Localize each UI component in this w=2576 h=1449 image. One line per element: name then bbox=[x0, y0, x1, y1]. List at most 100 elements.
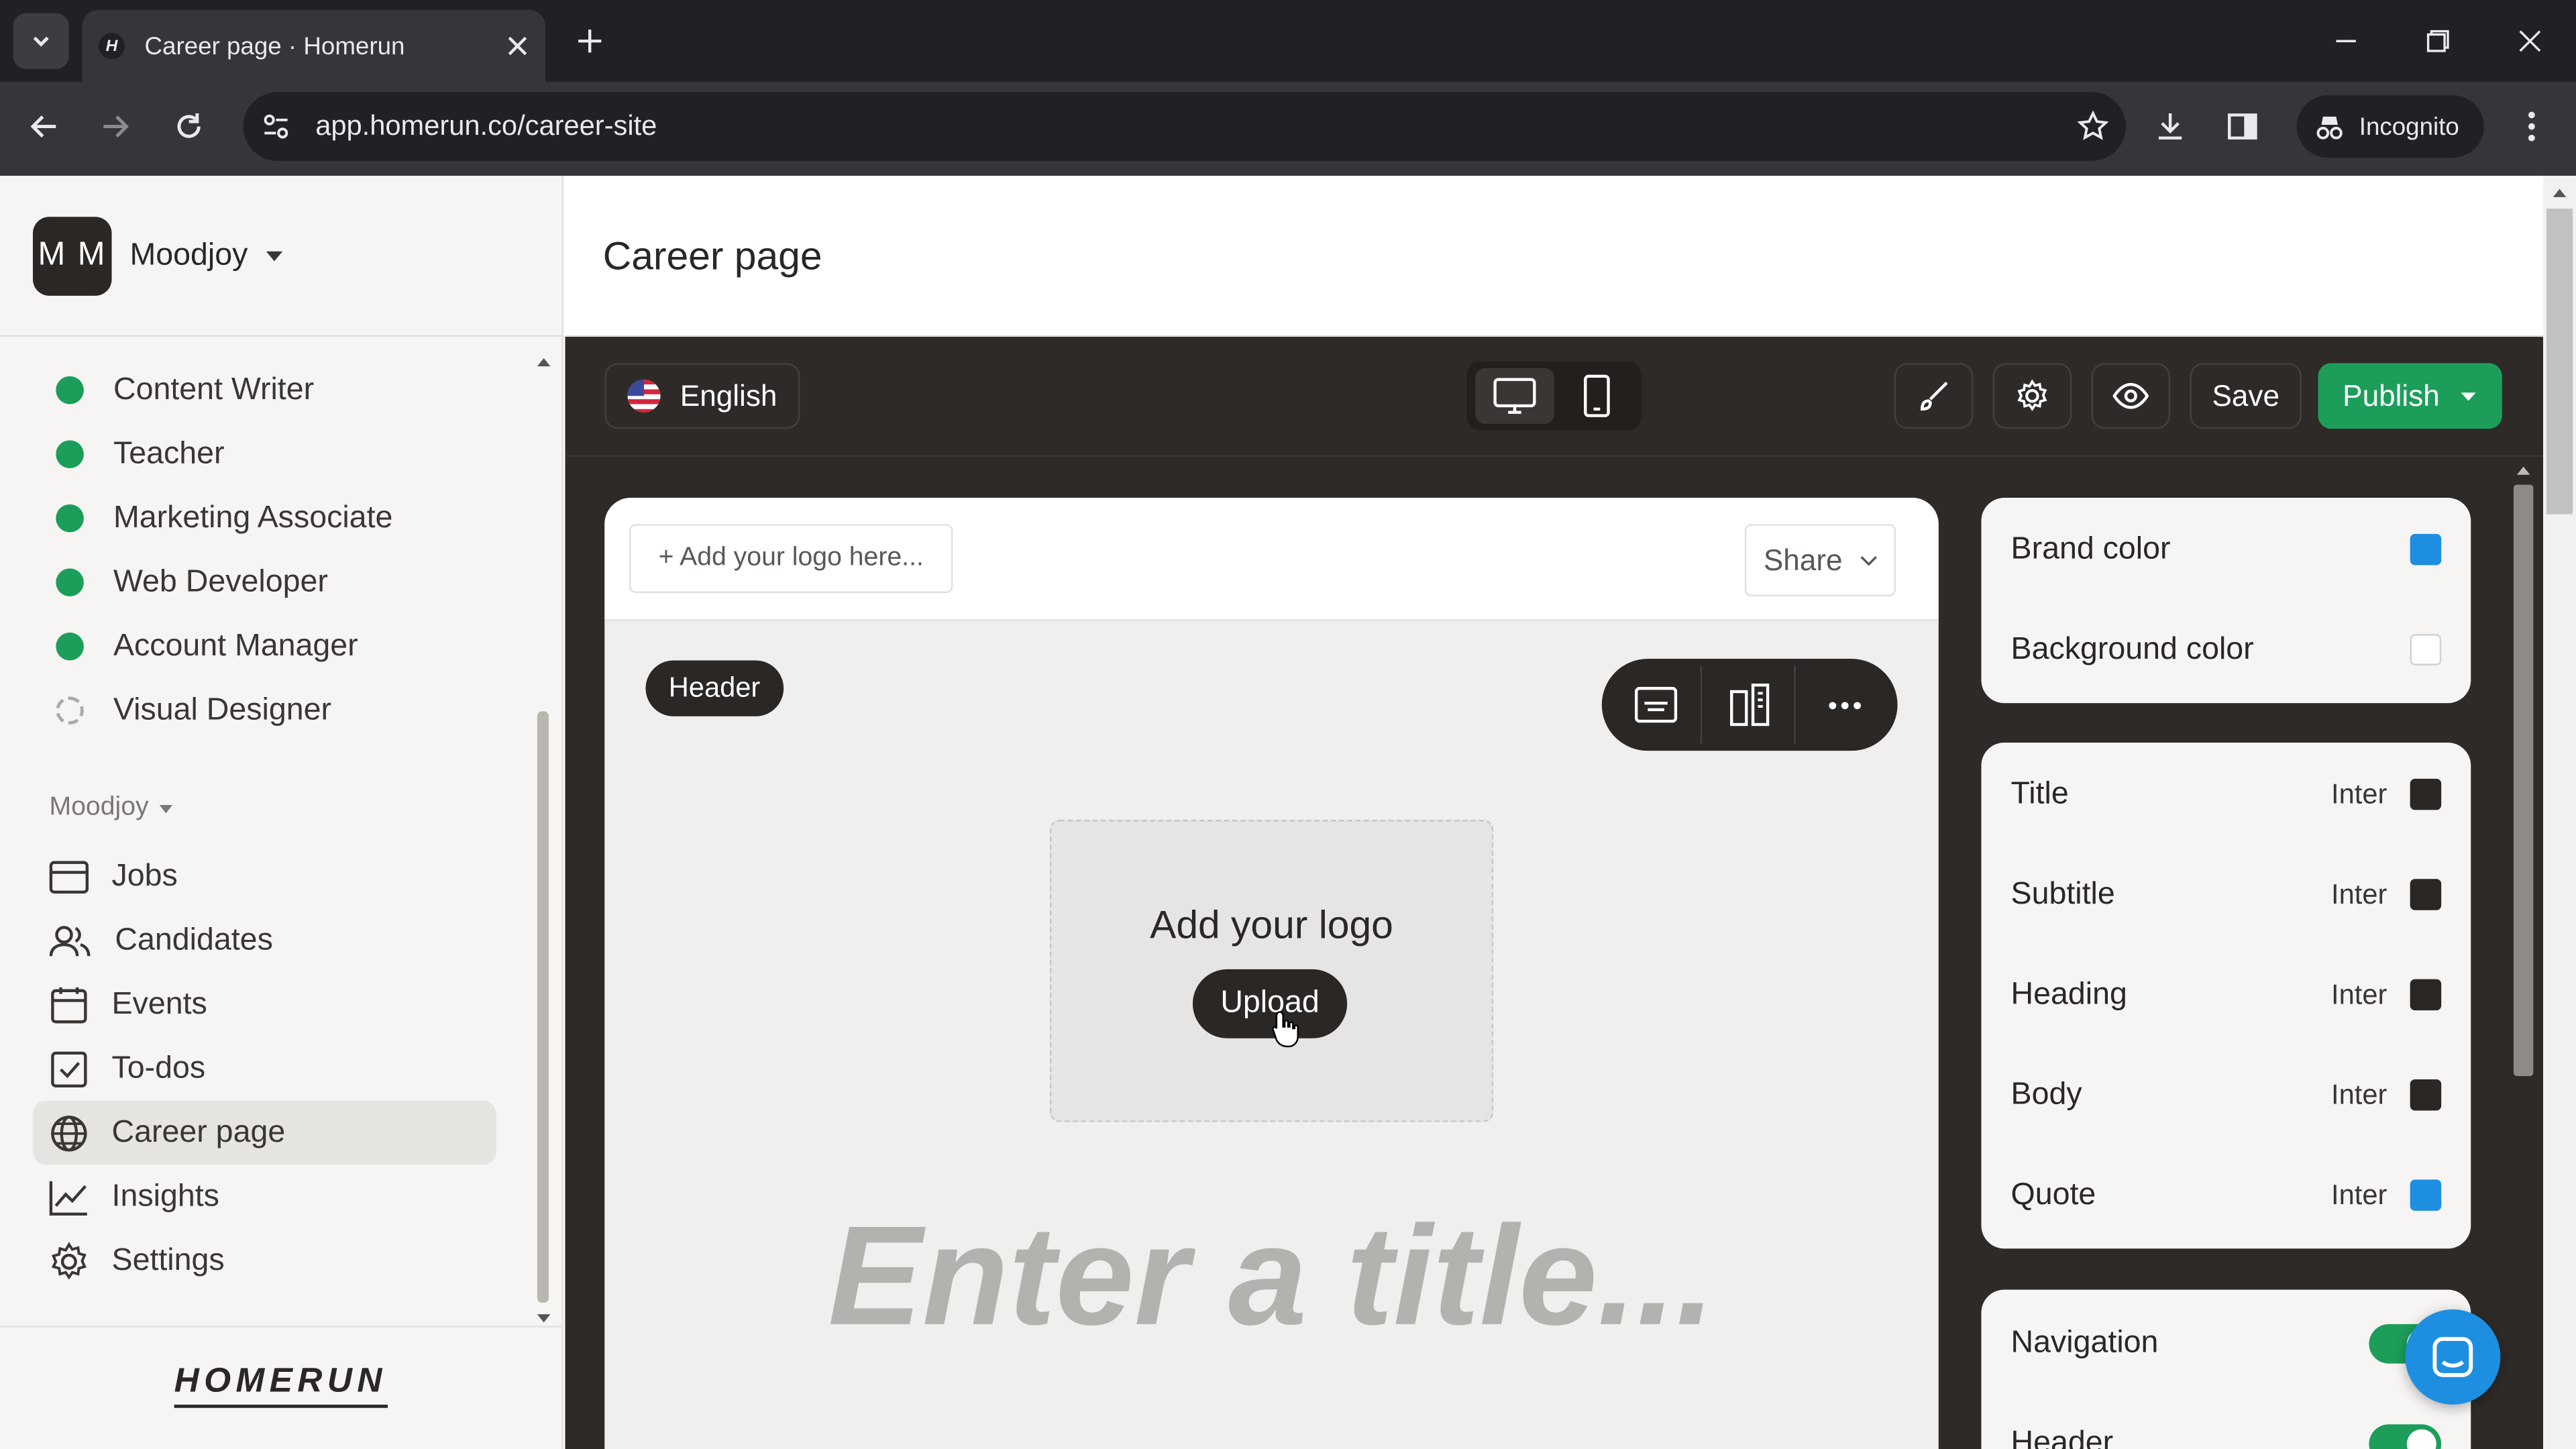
nav-item-events[interactable]: Events bbox=[33, 973, 496, 1037]
font-color-swatch[interactable] bbox=[2410, 1179, 2442, 1211]
scroll-up-icon bbox=[2553, 189, 2567, 197]
typography-row-title[interactable]: Title Inter bbox=[1981, 744, 2471, 844]
nav-label: Candidates bbox=[115, 922, 273, 957]
address-bar[interactable]: app.homerun.co/career-site bbox=[243, 92, 2126, 162]
nav-label: Career page bbox=[111, 1114, 286, 1150]
scroll-thumb[interactable] bbox=[2513, 484, 2534, 1077]
section-style-button[interactable] bbox=[1704, 665, 1796, 745]
scroll-thumb[interactable] bbox=[2546, 209, 2573, 515]
minimize-icon bbox=[2336, 40, 2356, 42]
site-info-icon[interactable] bbox=[243, 112, 309, 142]
side-panel-icon[interactable] bbox=[2213, 97, 2272, 156]
add-logo-placeholder[interactable]: + Add your logo here... bbox=[629, 524, 953, 594]
status-dot-icon bbox=[56, 376, 84, 405]
browser-tab-active[interactable]: H Career page · Homerun bbox=[82, 9, 546, 83]
sidebar-job-item[interactable]: Teacher bbox=[56, 422, 225, 486]
theme-brush-button[interactable] bbox=[1894, 363, 1974, 429]
save-button[interactable]: Save bbox=[2190, 363, 2302, 429]
job-label: Visual Designer bbox=[113, 692, 332, 727]
page-scrollbar[interactable] bbox=[2543, 176, 2576, 1449]
page-header: Career page bbox=[565, 176, 2544, 337]
nav-item-candidates[interactable]: Candidates bbox=[33, 908, 496, 973]
font-color-swatch[interactable] bbox=[2410, 778, 2442, 810]
sidebar-scrollbar[interactable] bbox=[531, 354, 557, 1323]
incognito-indicator[interactable]: Incognito bbox=[2296, 95, 2484, 158]
share-dropdown[interactable]: Share bbox=[1744, 524, 1896, 596]
typography-row-body[interactable]: Body Inter bbox=[1981, 1045, 2471, 1145]
header-toggle-row[interactable]: Header bbox=[1981, 1393, 2471, 1449]
eye-icon bbox=[2112, 382, 2149, 409]
section-header-moodjoy[interactable]: Moodjoy bbox=[49, 794, 174, 823]
editor-toolbar: English Save Publish bbox=[565, 337, 2544, 457]
nav-item-insights[interactable]: Insights bbox=[33, 1165, 496, 1229]
page-preview-canvas: + Add your logo here... Share Header Add… bbox=[604, 498, 1939, 1449]
back-button[interactable] bbox=[15, 97, 74, 156]
font-color-swatch[interactable] bbox=[2410, 979, 2442, 1011]
restore-button[interactable] bbox=[2392, 0, 2484, 82]
job-label: Teacher bbox=[113, 436, 225, 471]
font-name: Inter bbox=[2331, 1078, 2387, 1110]
share-label: Share bbox=[1763, 543, 1843, 576]
sidebar-job-item[interactable]: Marketing Associate bbox=[56, 486, 392, 551]
typography-row-heading[interactable]: Heading Inter bbox=[1981, 945, 2471, 1044]
section-more-button[interactable] bbox=[1799, 665, 1890, 745]
toggle-label: Header bbox=[2010, 1425, 2114, 1449]
minimize-button[interactable] bbox=[2300, 0, 2392, 82]
desktop-view-button[interactable] bbox=[1475, 368, 1554, 424]
forward-button[interactable] bbox=[85, 97, 144, 156]
header-toggle[interactable] bbox=[2369, 1424, 2442, 1449]
language-selector[interactable]: English bbox=[604, 363, 800, 429]
users-icon bbox=[49, 925, 91, 956]
layout-icon bbox=[1633, 686, 1676, 723]
upload-button[interactable]: Upload bbox=[1192, 969, 1348, 1038]
preview-button[interactable] bbox=[2091, 363, 2171, 429]
scroll-thumb[interactable] bbox=[537, 711, 549, 1303]
columns-icon bbox=[1729, 684, 1769, 727]
bookmark-star-icon[interactable] bbox=[2060, 110, 2126, 143]
language-label: English bbox=[680, 378, 777, 412]
layout-button[interactable] bbox=[1610, 665, 1703, 745]
sidebar-job-item[interactable]: Web Developer bbox=[56, 550, 328, 614]
background-color-swatch[interactable] bbox=[2410, 634, 2442, 665]
chevron-down-icon bbox=[33, 36, 49, 47]
job-label: Marketing Associate bbox=[113, 500, 393, 535]
typography-row-subtitle[interactable]: Subtitle Inter bbox=[1981, 845, 2471, 945]
nav-item-settings[interactable]: Settings bbox=[33, 1229, 496, 1293]
more-horizontal-icon bbox=[1828, 701, 1860, 709]
settings-button[interactable] bbox=[1992, 363, 2072, 429]
workspace-switcher[interactable]: M M Moodjoy bbox=[0, 176, 564, 337]
download-icon[interactable] bbox=[2141, 97, 2200, 156]
title-placeholder[interactable]: Enter a title... bbox=[604, 1196, 1939, 1358]
brand-color-row[interactable]: Brand color bbox=[1981, 499, 2471, 599]
nav-item-todos[interactable]: To-dos bbox=[33, 1036, 496, 1101]
briefcase-icon bbox=[49, 860, 89, 893]
logo-upload-box[interactable]: Add your logo Upload bbox=[1049, 820, 1494, 1122]
section-badge[interactable]: Header bbox=[645, 660, 784, 716]
sidebar-job-item[interactable]: Account Manager bbox=[56, 614, 358, 679]
status-dot-icon bbox=[56, 632, 84, 661]
chat-launcher-button[interactable] bbox=[2405, 1309, 2501, 1405]
typography-row-quote[interactable]: Quote Inter bbox=[1981, 1145, 2471, 1245]
app-sidebar: M M Moodjoy Content Writer Teacher Marke… bbox=[0, 176, 564, 1449]
publish-button[interactable]: Publish bbox=[2318, 363, 2502, 429]
tab-search-button[interactable] bbox=[13, 13, 69, 69]
new-tab-button[interactable] bbox=[565, 16, 614, 65]
editor-scrollbar[interactable] bbox=[2510, 462, 2536, 1444]
reload-button[interactable] bbox=[160, 97, 219, 156]
window-close-button[interactable] bbox=[2484, 0, 2576, 82]
chevron-down-icon bbox=[1860, 555, 1876, 566]
sidebar-job-item[interactable]: Visual Designer bbox=[56, 678, 331, 743]
mobile-view-button[interactable] bbox=[1561, 368, 1633, 424]
font-color-swatch[interactable] bbox=[2410, 1079, 2442, 1111]
typography-label: Body bbox=[2010, 1077, 2082, 1112]
close-icon bbox=[2519, 30, 2541, 52]
background-color-row[interactable]: Background color bbox=[1981, 600, 2471, 700]
nav-item-jobs[interactable]: Jobs bbox=[33, 845, 496, 909]
font-color-swatch[interactable] bbox=[2410, 879, 2442, 910]
sidebar-job-item[interactable]: Content Writer bbox=[56, 358, 314, 423]
brand-color-swatch[interactable] bbox=[2410, 533, 2442, 566]
browser-menu-button[interactable] bbox=[2502, 97, 2561, 156]
nav-item-career-page[interactable]: Career page bbox=[32, 1100, 496, 1165]
navigation-toggle-row[interactable]: Navigation bbox=[1981, 1293, 2471, 1393]
close-icon[interactable] bbox=[506, 34, 529, 57]
